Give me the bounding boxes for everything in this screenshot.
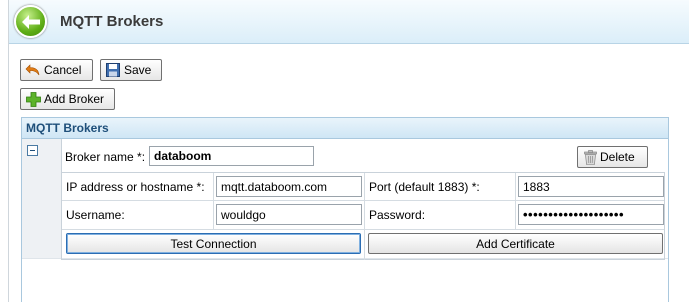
- save-label: Save: [124, 63, 152, 77]
- username-label: Username:: [66, 208, 125, 222]
- panel-title: MQTT Brokers: [22, 118, 668, 139]
- header-bar: MQTT Brokers: [9, 0, 689, 44]
- host-label: IP address or hostname *:: [66, 180, 205, 194]
- port-label: Port (default 1883) *:: [369, 180, 480, 194]
- username-input[interactable]: [216, 204, 362, 225]
- grid-divider: [213, 173, 214, 229]
- plus-icon: [25, 91, 41, 107]
- broker-name-label: Broker name *:: [65, 150, 146, 164]
- delete-label: Delete: [600, 150, 635, 164]
- grid-divider: [62, 200, 664, 201]
- app-window: MQTT Brokers Cancel Save Add Broker MQTT…: [0, 0, 689, 302]
- back-button[interactable]: [14, 5, 47, 38]
- cancel-label: Cancel: [44, 63, 82, 77]
- broker-name-input[interactable]: [149, 146, 314, 166]
- left-edge: [0, 0, 9, 302]
- port-input[interactable]: [518, 176, 664, 197]
- test-connection-button[interactable]: Test Connection: [66, 233, 361, 254]
- host-input[interactable]: [216, 176, 362, 197]
- back-arrow-icon: [21, 14, 40, 29]
- page-title: MQTT Brokers: [60, 13, 164, 30]
- grid-divider: [62, 229, 664, 230]
- add-certificate-button[interactable]: Add Certificate: [368, 233, 663, 254]
- row-gutter: [22, 139, 62, 258]
- delete-button[interactable]: Delete: [577, 146, 648, 168]
- trash-icon: [584, 149, 597, 165]
- grid-divider: [515, 173, 516, 229]
- add-broker-label: Add Broker: [44, 92, 105, 106]
- collapse-icon[interactable]: [27, 145, 38, 156]
- add-broker-button[interactable]: Add Broker: [20, 88, 115, 110]
- password-label: Password:: [369, 208, 426, 222]
- grid-divider: [364, 173, 365, 260]
- undo-icon: [25, 62, 41, 78]
- password-input[interactable]: [518, 204, 664, 225]
- save-button[interactable]: Save: [100, 59, 162, 81]
- floppy-disk-icon: [105, 62, 121, 78]
- cancel-button[interactable]: Cancel: [20, 59, 93, 81]
